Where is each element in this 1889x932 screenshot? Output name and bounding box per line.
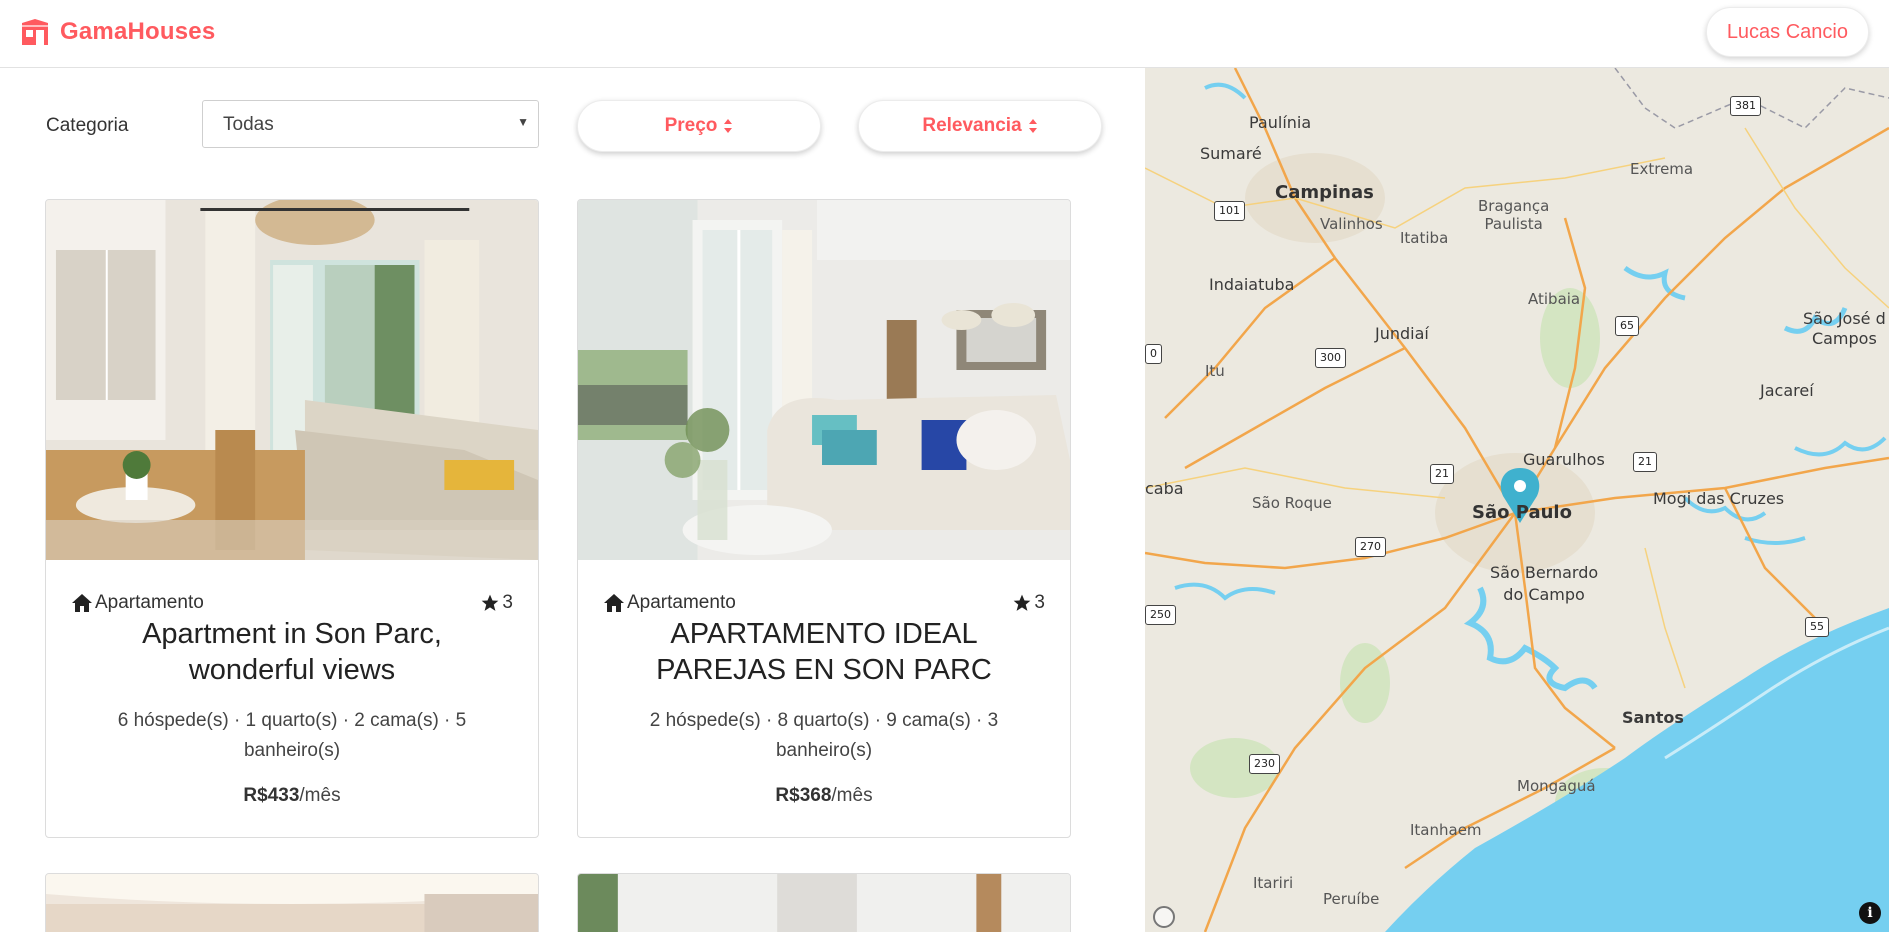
map-label-mogi: Mogi das Cruzes: [1653, 489, 1785, 508]
sort-price-label: Preço: [664, 115, 718, 136]
listing-title[interactable]: APARTAMENTO IDEAL PAREJAS EN SON PARC: [608, 616, 1040, 688]
map-label-caba: caba: [1145, 479, 1184, 498]
listing-price: R$368/mês: [578, 785, 1070, 807]
sort-price-button[interactable]: Preço: [577, 100, 821, 152]
highway-shield: 0: [1145, 344, 1162, 364]
sort-icon: [723, 118, 733, 134]
rating-value: 3: [502, 592, 513, 613]
listing-type: Apartamento: [603, 592, 736, 614]
map-label-itariri: Itariri: [1253, 874, 1294, 892]
listing-type-label: Apartamento: [627, 592, 736, 613]
category-select-value: Todas: [223, 114, 274, 135]
brand-name: GamaHouses: [60, 18, 216, 45]
sort-relevance-label: Relevancia: [922, 115, 1022, 136]
house-logo-icon: [20, 17, 50, 47]
highway-shield: 21: [1430, 464, 1454, 484]
map-label-valinhos: Valinhos: [1320, 215, 1383, 233]
map-label-sao-jose-campos: São José d Campos: [1803, 309, 1886, 348]
map-label-santos: Santos: [1622, 708, 1684, 727]
listing-card[interactable]: [45, 873, 539, 932]
listing-type: Apartamento: [71, 592, 204, 614]
highway-shield: 300: [1315, 348, 1346, 368]
map-label-paulinia: Paulínia: [1249, 113, 1312, 132]
listing-details: 6 hóspede(s) · 1 quarto(s) · 2 cama(s) ·…: [117, 710, 467, 761]
listing-meta: Apartamento 3: [603, 592, 1045, 616]
listing-photo: [46, 200, 538, 560]
price-value: R$368: [775, 785, 832, 806]
listing-card[interactable]: Apartamento 3 APARTAMENTO IDEAL PAREJAS …: [577, 199, 1071, 838]
highway-shield: 101: [1214, 201, 1245, 221]
user-menu-button[interactable]: Lucas Cancio: [1705, 7, 1869, 57]
highway-shield: 55: [1805, 617, 1829, 637]
listing-rating: 3: [480, 592, 513, 614]
price-value: R$433: [243, 785, 300, 806]
map-label-sao-roque: São Roque: [1252, 494, 1332, 512]
brand[interactable]: GamaHouses: [20, 17, 215, 47]
listing-photo: [578, 874, 1070, 932]
map-label-jundiai: Jundiaí: [1375, 324, 1429, 343]
star-icon: [482, 594, 499, 611]
highway-shield: 230: [1249, 754, 1280, 774]
home-icon: [604, 594, 624, 612]
map-label-campinas: Campinas: [1275, 182, 1374, 203]
map-label-guarulhos: Guarulhos: [1523, 450, 1605, 469]
sort-relevance-button[interactable]: Relevancia: [858, 100, 1102, 152]
map-view[interactable]: Paulínia Sumaré Campinas Valinhos Itatib…: [1145, 68, 1889, 932]
listing-price: R$433/mês: [46, 785, 538, 807]
top-navbar: GamaHouses Lucas Cancio: [0, 0, 1889, 68]
listing-photo: [46, 874, 538, 932]
highway-shield: 270: [1355, 537, 1386, 557]
listing-details: 2 hóspede(s) · 8 quarto(s) · 9 cama(s) ·…: [649, 710, 999, 761]
listing-card[interactable]: Apartamento 3 Apartment in Son Parc, won…: [45, 199, 539, 838]
map-label-extrema: Extrema: [1630, 160, 1694, 178]
listings-panel: Categoria Todas ▼ Preço Relevancia Apart…: [0, 68, 1145, 932]
map-label-indaiatuba: Indaiatuba: [1209, 275, 1295, 294]
map-label-itanhaem: Itanhaem: [1410, 821, 1482, 839]
highway-shield: 65: [1615, 316, 1639, 336]
map-label-sao-bernardo: São Bernardo do Campo: [1490, 563, 1599, 604]
home-icon: [72, 594, 92, 612]
highway-shield: 21: [1633, 452, 1657, 472]
map-label-mongagua: Mongaguá: [1517, 777, 1596, 795]
highway-shield: 381: [1730, 96, 1761, 116]
map-label-jacarei: Jacareí: [1760, 381, 1814, 400]
listing-photo: [578, 200, 1070, 560]
dropdown-caret-icon: ▼: [517, 115, 529, 129]
map-label-atibaia: Atibaia: [1528, 290, 1581, 308]
map-label-braganca: Bragança Paulista: [1478, 197, 1550, 233]
rating-value: 3: [1034, 592, 1045, 613]
map-label-itatiba: Itatiba: [1400, 229, 1449, 247]
highway-shield: 250: [1145, 605, 1176, 625]
mapbox-logo-icon[interactable]: [1153, 906, 1175, 928]
map-attribution-info-icon[interactable]: i: [1859, 902, 1881, 924]
map-label-peruibe: Peruíbe: [1323, 890, 1380, 908]
sort-icon: [1028, 118, 1038, 134]
category-label: Categoria: [46, 115, 129, 136]
map-label-sao-paulo: São Paulo: [1472, 502, 1572, 523]
map-label-itu: Itu: [1205, 362, 1225, 380]
price-period: /mês: [299, 785, 341, 806]
price-period: /mês: [831, 785, 873, 806]
listing-type-label: Apartamento: [95, 592, 204, 613]
listing-card[interactable]: [577, 873, 1071, 932]
listing-meta: Apartamento 3: [71, 592, 513, 616]
listing-title[interactable]: Apartment in Son Parc, wonderful views: [76, 616, 508, 688]
map-label-sumare: Sumaré: [1200, 144, 1262, 163]
category-select[interactable]: Todas ▼: [202, 100, 539, 148]
listing-rating: 3: [1012, 592, 1045, 614]
star-icon: [1014, 594, 1031, 611]
